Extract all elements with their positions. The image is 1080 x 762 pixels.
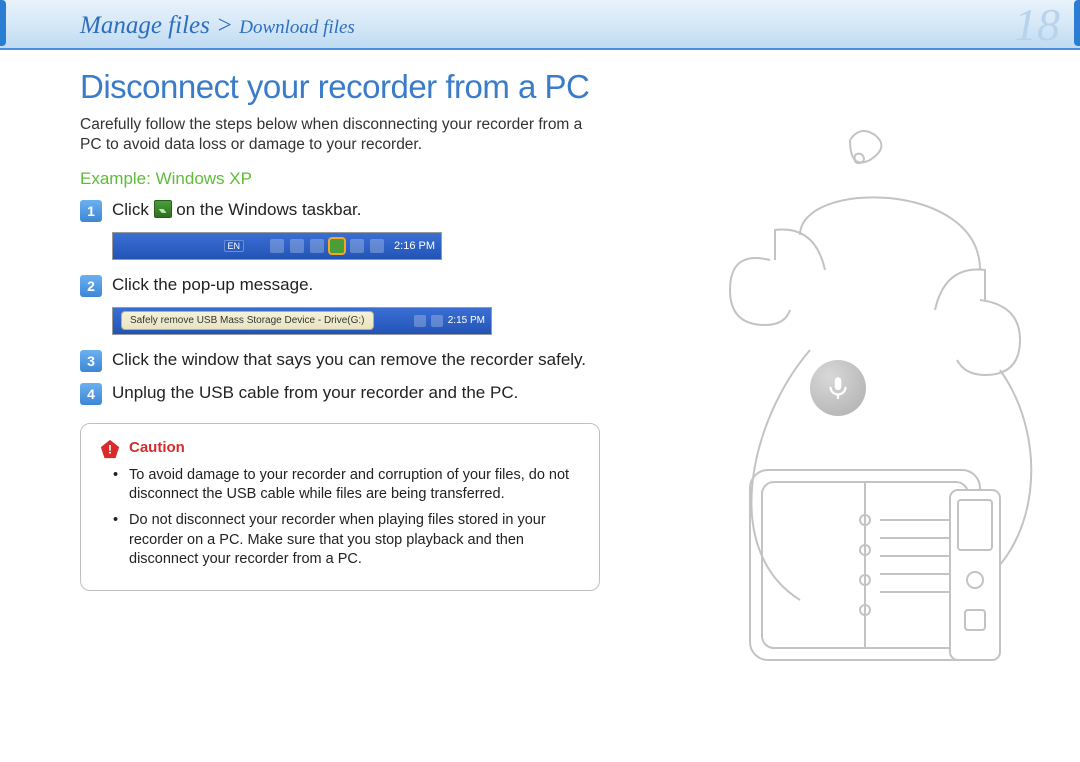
caution-box: ! Caution To avoid damage to your record… bbox=[80, 423, 600, 591]
caution-list: To avoid damage to your recorder and cor… bbox=[99, 466, 581, 570]
tray-icon bbox=[414, 315, 426, 327]
safely-remove-hardware-icon bbox=[330, 239, 344, 253]
breadcrumb-sub: Download files bbox=[239, 17, 355, 38]
microphone-badge-icon bbox=[810, 360, 866, 416]
decorative-illustration bbox=[650, 120, 1050, 690]
taskbar-time: 2:15 PM bbox=[448, 315, 485, 326]
taskbar-lang-indicator: EN bbox=[224, 240, 245, 252]
example-label: Example: Windows XP bbox=[80, 169, 600, 189]
caution-icon: ! bbox=[99, 438, 121, 458]
tray-icon bbox=[310, 239, 324, 253]
taskbar-screenshot-2: Safely remove USB Mass Storage Device - … bbox=[112, 307, 492, 335]
content-column: Disconnect your recorder from a PC Caref… bbox=[80, 70, 600, 591]
caution-header: ! Caution bbox=[99, 438, 581, 458]
step-number-1: 1 bbox=[80, 200, 102, 222]
taskbar-time: 2:16 PM bbox=[394, 240, 435, 252]
intro-text: Carefully follow the steps below when di… bbox=[80, 115, 600, 155]
tray-icon bbox=[370, 239, 384, 253]
step-2: 2 Click the pop-up message. bbox=[80, 274, 600, 297]
system-tray: 2:15 PM bbox=[414, 315, 485, 327]
safely-remove-hardware-icon bbox=[154, 200, 172, 218]
tray-icon bbox=[350, 239, 364, 253]
caution-label: Caution bbox=[129, 439, 185, 456]
header-edge-right bbox=[1074, 0, 1080, 46]
step-4: 4 Unplug the USB cable from your recorde… bbox=[80, 382, 600, 405]
step-number-2: 2 bbox=[80, 275, 102, 297]
step-number-3: 3 bbox=[80, 350, 102, 372]
svg-text:!: ! bbox=[108, 443, 112, 457]
safely-remove-balloon: Safely remove USB Mass Storage Device - … bbox=[121, 311, 374, 330]
tray-icon bbox=[270, 239, 284, 253]
page-number: 18 bbox=[1014, 0, 1060, 51]
step-number-4: 4 bbox=[80, 383, 102, 405]
taskbar-screenshot-1: EN 2:16 PM bbox=[112, 232, 442, 260]
step-3: 3 Click the window that says you can rem… bbox=[80, 349, 600, 372]
breadcrumb-main: Manage files bbox=[80, 12, 210, 39]
step-1: 1 Click on the Windows taskbar. bbox=[80, 199, 600, 222]
caution-item: To avoid damage to your recorder and cor… bbox=[129, 466, 581, 505]
tray-icon bbox=[290, 239, 304, 253]
step-4-text: Unplug the USB cable from your recorder … bbox=[112, 382, 600, 404]
header-edge-left bbox=[0, 0, 6, 46]
breadcrumb: Manage files > Download files bbox=[80, 12, 355, 40]
caution-item: Do not disconnect your recorder when pla… bbox=[129, 511, 581, 570]
tray-icon bbox=[431, 315, 443, 327]
step-2-text: Click the pop-up message. bbox=[112, 274, 600, 296]
step-3-text: Click the window that says you can remov… bbox=[112, 349, 600, 371]
page-title: Disconnect your recorder from a PC bbox=[80, 70, 600, 105]
breadcrumb-sep: > bbox=[216, 12, 233, 39]
step-1-text: Click on the Windows taskbar. bbox=[112, 199, 600, 221]
